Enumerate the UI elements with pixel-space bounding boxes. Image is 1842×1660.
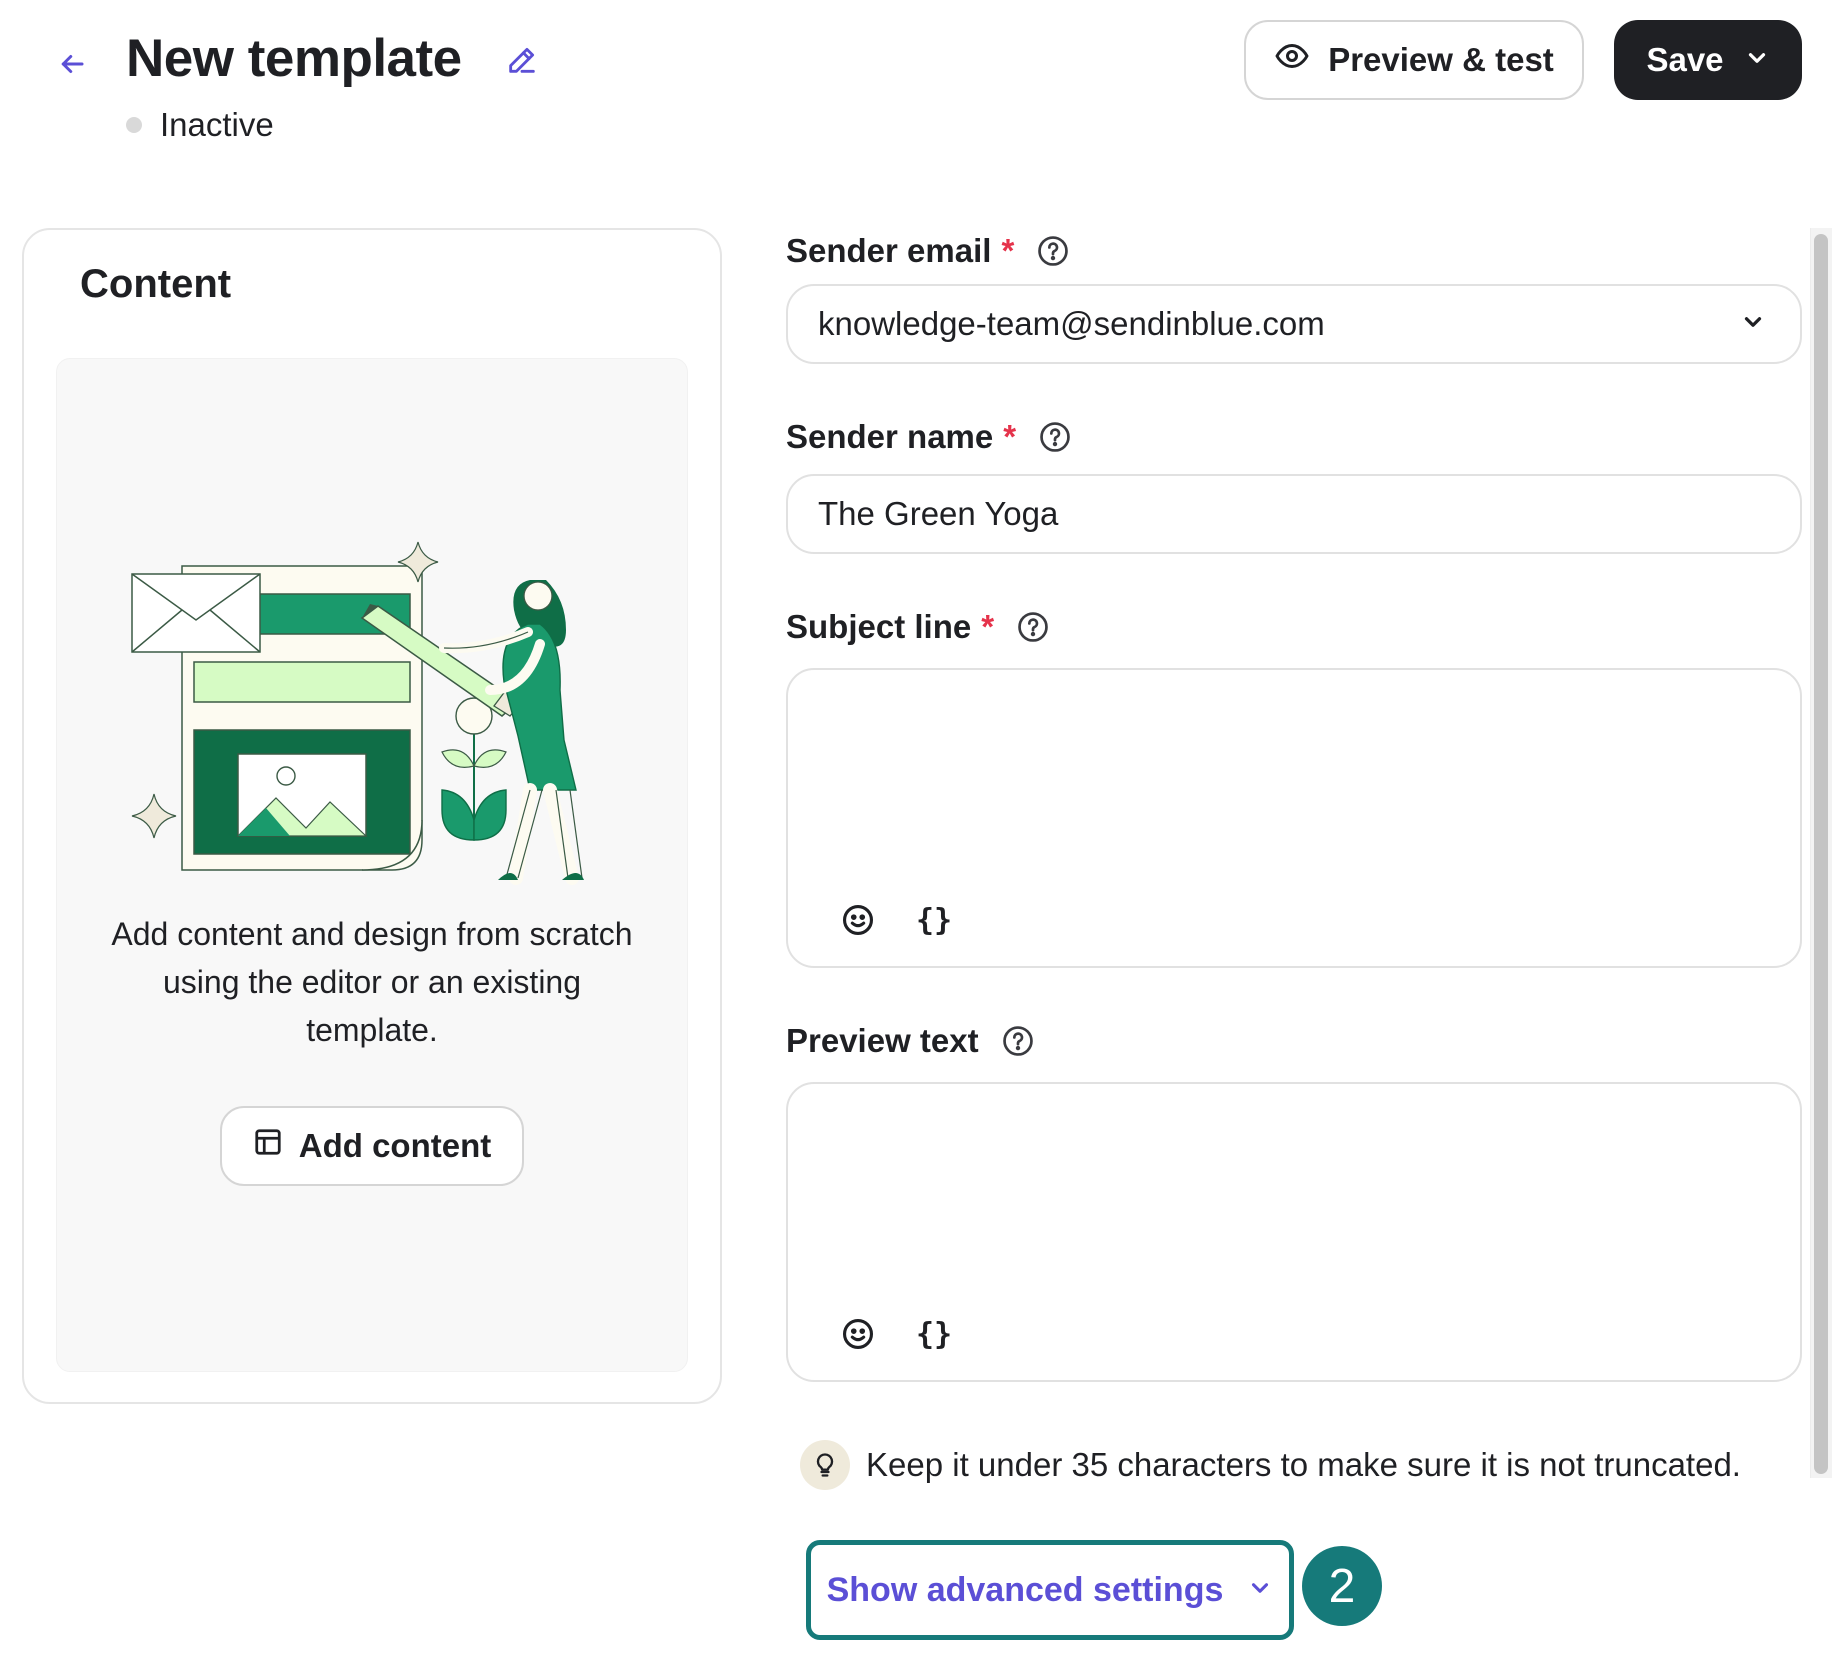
- chevron-down-icon: [1247, 1571, 1273, 1610]
- variable-insert-button[interactable]: {}: [914, 1314, 954, 1354]
- sender-email-value: knowledge-team@sendinblue.com: [818, 305, 1325, 342]
- pencil-icon: [505, 43, 539, 82]
- preview-text-tip: Keep it under 35 characters to make sure…: [800, 1440, 1741, 1490]
- save-label: Save: [1646, 41, 1724, 78]
- sender-email-label: Sender email: [786, 232, 992, 269]
- eye-icon: [1274, 38, 1310, 82]
- question-circle-icon[interactable]: [1001, 1024, 1035, 1058]
- add-content-label: Add content: [298, 1127, 492, 1164]
- required-marker: *: [1003, 418, 1017, 455]
- preview-text-label: Preview text: [786, 1022, 979, 1059]
- required-marker: *: [981, 608, 995, 645]
- subject-line-toolbar: {}: [838, 900, 954, 940]
- preview-text-label-row: Preview text: [786, 1022, 1035, 1060]
- content-illustration: [126, 540, 626, 900]
- question-circle-icon[interactable]: [1016, 610, 1050, 644]
- chevron-down-icon: [1744, 41, 1770, 79]
- status-label: Inactive: [160, 106, 274, 143]
- back-button[interactable]: [44, 38, 100, 94]
- sender-email-select[interactable]: knowledge-team@sendinblue.com: [786, 284, 1802, 364]
- sender-email-label-row: Sender email *: [786, 232, 1070, 270]
- preview-test-button[interactable]: Preview & test: [1244, 20, 1584, 100]
- step-number-badge: 2: [1302, 1546, 1382, 1626]
- arrow-left-icon: [57, 49, 87, 84]
- advanced-settings-label: Show advanced settings: [826, 1570, 1224, 1609]
- sender-name-label: Sender name: [786, 418, 994, 455]
- question-circle-icon[interactable]: [1038, 420, 1072, 454]
- sender-name-input[interactable]: The Green Yoga: [786, 474, 1802, 554]
- tip-text: Keep it under 35 characters to make sure…: [866, 1446, 1741, 1483]
- scrollbar-thumb[interactable]: [1814, 234, 1828, 1474]
- subject-line-label-row: Subject line *: [786, 608, 1050, 646]
- edit-title-button[interactable]: [496, 36, 548, 88]
- content-heading: Content: [80, 262, 232, 306]
- sender-name-label-row: Sender name *: [786, 418, 1072, 456]
- chevron-down-icon: [1740, 305, 1766, 343]
- subject-line-label: Subject line: [786, 608, 972, 645]
- show-advanced-settings-button[interactable]: Show advanced settings: [806, 1540, 1294, 1640]
- subject-line-input[interactable]: {}: [786, 668, 1802, 968]
- status-indicator: Inactive: [126, 106, 274, 144]
- variable-insert-button[interactable]: {}: [914, 900, 954, 940]
- layout-icon: [253, 1127, 283, 1165]
- content-description: Add content and design from scratch usin…: [111, 916, 633, 1048]
- save-button[interactable]: Save: [1614, 20, 1802, 100]
- status-dot: [126, 117, 142, 133]
- question-circle-icon[interactable]: [1036, 234, 1070, 268]
- required-marker: *: [1001, 232, 1015, 269]
- preview-text-toolbar: {}: [838, 1314, 954, 1354]
- smiley-icon[interactable]: [838, 900, 878, 940]
- preview-text-input[interactable]: {}: [786, 1082, 1802, 1382]
- lightbulb-icon: [800, 1440, 850, 1490]
- preview-test-label: Preview & test: [1328, 41, 1554, 78]
- smiley-icon[interactable]: [838, 1314, 878, 1354]
- page-title: New template: [126, 29, 462, 88]
- add-content-button[interactable]: Add content: [220, 1106, 524, 1186]
